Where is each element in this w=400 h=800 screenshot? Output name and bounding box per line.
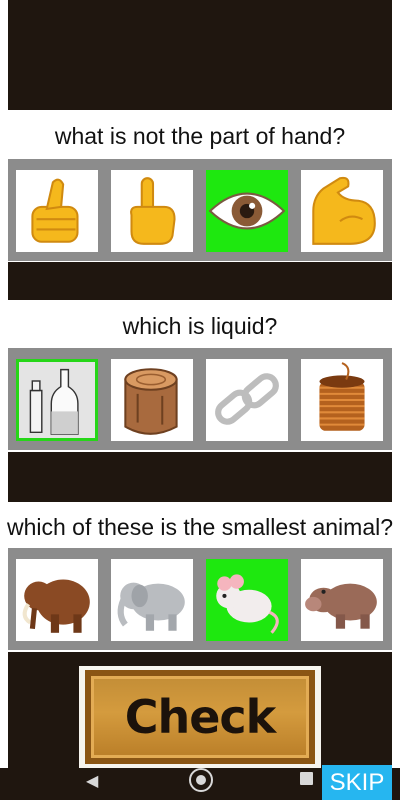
pointing-finger-icon — [130, 177, 176, 245]
back-icon[interactable]: ◀ — [86, 771, 98, 791]
skip-button[interactable]: SKIP — [322, 765, 392, 800]
option-bottles[interactable] — [16, 359, 98, 441]
chain-icon — [215, 373, 279, 425]
option-pointing-finger[interactable] — [111, 170, 193, 252]
flexed-biceps-icon — [312, 176, 376, 245]
question-3-text: which of these is the smallest animal? — [6, 514, 394, 540]
dark-band-2 — [8, 452, 392, 502]
option-wood-log[interactable] — [111, 359, 193, 441]
option-mouse[interactable] — [206, 559, 288, 641]
wood-log-icon — [124, 368, 178, 435]
option-elephant[interactable] — [111, 559, 193, 641]
question-1-options — [8, 159, 392, 261]
check-button-label: Check — [124, 690, 277, 744]
option-chain[interactable] — [206, 359, 288, 441]
question-2-options — [8, 348, 392, 450]
check-button[interactable]: Check — [79, 666, 321, 768]
option-copper-wire[interactable] — [301, 359, 383, 441]
elephant-icon — [117, 582, 185, 631]
bottles-icon — [19, 362, 95, 438]
eye-icon — [208, 192, 286, 230]
recent-apps-icon[interactable] — [300, 772, 313, 785]
option-hippopotamus[interactable] — [301, 559, 383, 641]
home-icon[interactable] — [189, 768, 213, 792]
thumbs-up-icon — [31, 178, 79, 243]
hippopotamus-icon — [305, 583, 377, 629]
question-1-text: what is not the part of hand? — [54, 123, 346, 149]
option-eye[interactable] — [206, 170, 288, 252]
top-dark-band — [8, 0, 392, 110]
question-3-options — [8, 548, 392, 650]
copper-wire-icon — [319, 362, 365, 431]
check-button-face: Check — [85, 670, 315, 764]
option-flexed-biceps[interactable] — [301, 170, 383, 252]
mouse-icon — [216, 574, 279, 634]
question-2-text: which is liquid? — [122, 313, 278, 339]
option-mammoth[interactable] — [16, 559, 98, 641]
option-thumbs-up[interactable] — [16, 170, 98, 252]
mammoth-icon — [22, 579, 90, 633]
dark-band-1 — [8, 262, 392, 300]
